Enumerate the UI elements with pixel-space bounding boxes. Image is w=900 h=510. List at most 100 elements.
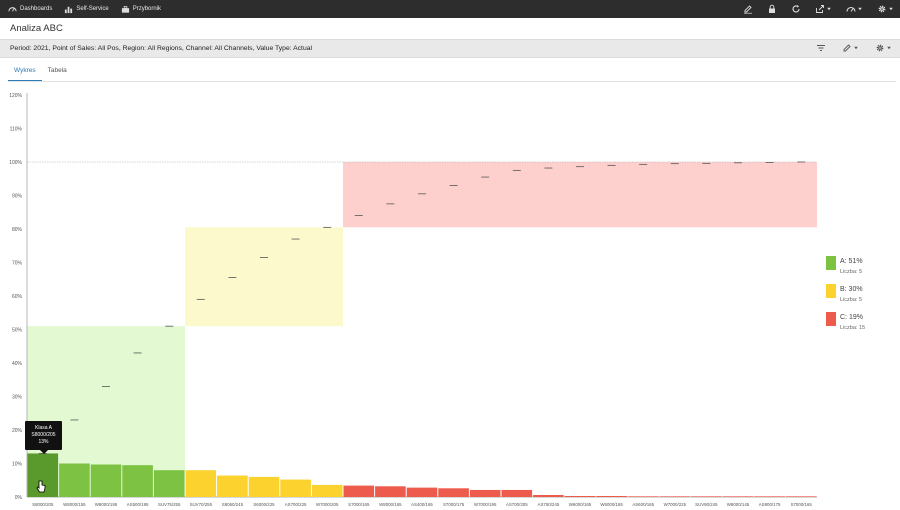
bar-15 — [469, 489, 501, 497]
y-tick-label: 80% — [12, 227, 23, 233]
x-tick-label: W7000/205 — [316, 502, 339, 507]
bar-4 — [122, 465, 153, 497]
x-tick-label: AS700/205 — [506, 502, 528, 507]
y-tick-label: 60% — [12, 294, 23, 300]
x-tick-label: AS600/165 — [632, 502, 654, 507]
nav-przybornik-label: Przybornik — [132, 6, 162, 12]
edit-icon — [744, 5, 752, 14]
tooltip-item: S8000/205 — [31, 432, 56, 438]
y-tick-label: 100% — [9, 160, 22, 166]
tab-tabela[interactable]: Tabela — [42, 63, 73, 81]
nav-dashboards-label: Dashboards — [20, 6, 53, 12]
speed-button[interactable] — [846, 4, 863, 14]
settings-button[interactable] — [877, 4, 894, 14]
filter-summary: Period: 2021, Point of Sales: All Pos, R… — [10, 45, 313, 52]
bar-24 — [754, 496, 785, 497]
bar-6 — [185, 470, 217, 497]
filter-tools — [816, 43, 892, 53]
bar-22 — [691, 496, 722, 497]
x-tick-label: W8000/165 — [379, 502, 402, 507]
y-tick-label: 110% — [10, 127, 23, 133]
y-tick-label: 30% — [12, 395, 23, 401]
bar-16 — [501, 489, 533, 497]
legend-item-c[interactable]: C: 19% Liczba: 15 — [826, 312, 896, 340]
lock-icon — [769, 4, 775, 13]
share-button[interactable] — [815, 4, 832, 14]
edit-filter-button[interactable] — [842, 43, 859, 53]
x-tick-label: W8000/195 — [95, 502, 118, 507]
tabs-divider — [8, 81, 896, 82]
x-tick-label: SUV90/245 — [695, 502, 718, 507]
legend-swatch-c — [826, 312, 836, 326]
view-tabs: Wykres Tabela — [8, 63, 73, 81]
bar-11 — [343, 485, 375, 497]
x-tick-label: W8000/145 — [727, 502, 750, 507]
x-tick-label: W7000/225 — [664, 502, 687, 507]
y-tick-label: 20% — [12, 428, 23, 434]
tooltip-value: 13% — [38, 439, 49, 445]
bar-2 — [59, 463, 90, 497]
y-tick-label: 40% — [12, 361, 23, 367]
y-tick-label: 50% — [12, 328, 23, 334]
bar-25 — [785, 496, 817, 497]
refresh-button[interactable] — [791, 4, 801, 14]
legend-count-c: Liczba: 15 — [840, 325, 866, 331]
bar-3 — [90, 464, 122, 497]
top-tools — [743, 0, 894, 18]
edit-icon — [843, 44, 851, 52]
edit-button[interactable] — [743, 4, 753, 14]
legend-label-b: B: 30% — [840, 286, 863, 293]
bar-tooltip: Klasa A S8000/205 13% — [25, 421, 62, 454]
legend-item-a[interactable]: A: 51% Liczba: 5 — [826, 256, 896, 284]
share-icon — [816, 5, 824, 13]
x-tick-label: AS500/195 — [127, 502, 149, 507]
lock-button[interactable] — [767, 4, 777, 14]
settings-icon — [876, 44, 884, 52]
filter-bar: Period: 2021, Point of Sales: All Pos, R… — [0, 39, 900, 58]
x-tick-label: W6000/165 — [600, 502, 623, 507]
y-tick-label: 70% — [12, 261, 23, 267]
x-tick-label: SUV70/255 — [190, 502, 213, 507]
legend-label-c: C: 19% — [840, 314, 863, 321]
chevron-down-icon — [858, 7, 862, 11]
y-tick-label: 90% — [12, 194, 23, 200]
bar-21 — [659, 496, 691, 497]
bar-17 — [533, 494, 564, 497]
class-region-b — [185, 227, 343, 327]
x-tick-label: SUV75/255 — [158, 502, 181, 507]
nav-dashboards[interactable]: Dashboards — [8, 5, 52, 14]
filter-button[interactable] — [816, 43, 826, 53]
mouse-cursor-icon — [36, 480, 46, 493]
legend-count-b: Liczba: 5 — [840, 297, 863, 303]
legend-count-a: Liczba: 5 — [840, 269, 863, 275]
bar-12 — [375, 486, 406, 497]
bar-13 — [406, 487, 438, 497]
speed-icon — [846, 6, 856, 12]
bar-chart-icon — [65, 6, 73, 13]
gauge-icon — [8, 6, 17, 12]
x-tick-label: AS400/165 — [411, 502, 433, 507]
chart-legend: A: 51% Liczba: 5 B: 30% Liczba: 5 C: 19%… — [826, 256, 896, 340]
x-tick-label: S7000/165 — [348, 502, 370, 507]
legend-swatch-b — [826, 284, 836, 298]
class-region-c — [343, 162, 817, 228]
legend-item-b[interactable]: B: 30% Liczba: 5 — [826, 284, 896, 312]
y-tick-label: 120% — [9, 93, 22, 99]
chart-settings-button[interactable] — [875, 43, 892, 53]
page-title: Analiza ABC — [10, 23, 63, 34]
nav-przybornik[interactable]: Przybornik — [121, 5, 161, 14]
x-tick-label: AS750/245 — [538, 502, 560, 507]
refresh-icon — [792, 5, 800, 13]
tab-wykres[interactable]: Wykres — [8, 63, 42, 81]
abc-pareto-chart: 0% 10% 20% 30% 40% 50% 60% 70% 80% 90% 100% 110% 120… — [9, 93, 817, 507]
bar-18 — [564, 495, 596, 497]
x-tick-label: AS800/175 — [759, 502, 781, 507]
x-tick-label: W6000/165 — [569, 502, 592, 507]
nav-self-service[interactable]: Self-Service — [64, 5, 109, 14]
y-tick-label: 0% — [15, 495, 23, 501]
bar-14 — [438, 488, 469, 497]
toolbox-icon — [121, 5, 129, 13]
filter-icon — [817, 45, 825, 51]
chevron-down-icon — [854, 46, 858, 50]
x-tick-label: AS700/225 — [285, 502, 307, 507]
